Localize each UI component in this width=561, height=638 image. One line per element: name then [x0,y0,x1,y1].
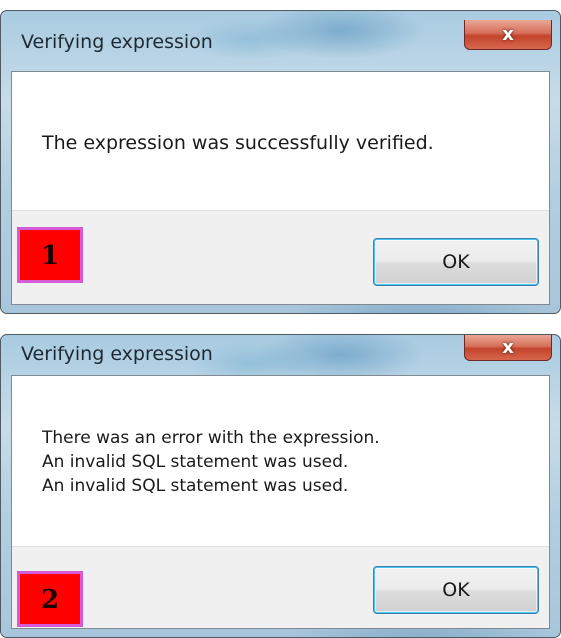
step-number-badge: 1 [17,227,83,283]
close-icon: x [502,336,514,358]
close-icon: x [502,23,514,45]
verify-error-dialog: Verifying expression x There was an erro… [0,334,561,638]
dialog-client-area: There was an error with the expression. … [11,375,550,629]
ok-button[interactable]: OK [373,566,539,614]
dialog-client-area: The expression was successfully verified… [11,71,550,305]
message-text: The expression was successfully verified… [42,132,434,154]
step-number-badge: 2 [17,571,83,627]
dialog-titlebar[interactable]: Verifying expression x [1,11,560,71]
message-area: The expression was successfully verified… [12,72,549,210]
error-message-line: There was an error with the expression. [42,428,380,448]
close-button[interactable]: x [464,20,552,50]
ok-button[interactable]: OK [373,238,539,286]
message-area: There was an error with the expression. … [12,376,549,546]
button-bar: OK [12,210,549,304]
close-button[interactable]: x [464,335,552,361]
button-bar: OK [12,546,549,628]
error-message-line: An invalid SQL statement was used. [42,452,349,472]
verify-success-dialog: Verifying expression x The expression wa… [0,10,561,314]
dialog-title: Verifying expression [21,31,213,53]
error-message-line: An invalid SQL statement was used. [42,476,349,496]
dialog-title: Verifying expression [21,343,213,365]
